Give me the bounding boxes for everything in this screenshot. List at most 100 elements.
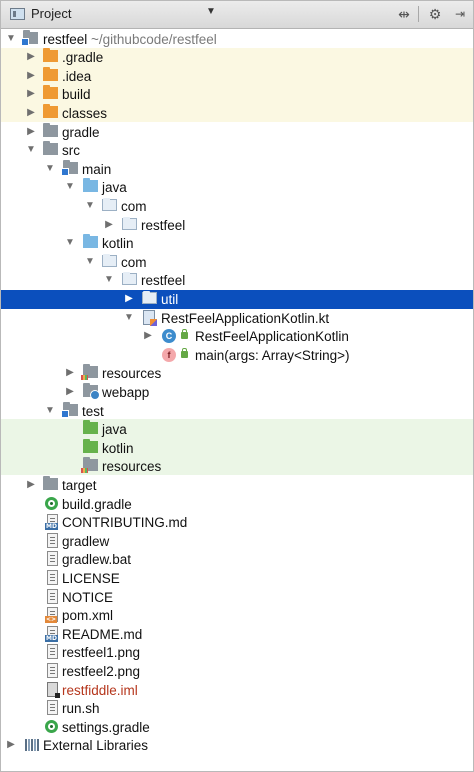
package-icon — [102, 198, 117, 211]
tree-row-src[interactable]: ▼ src — [1, 141, 473, 160]
expand-arrow-icon[interactable]: ▼ — [25, 142, 37, 158]
project-tool-window: Project ▼ ⇹ ⚙ ⇥ ▼ restfeel ~/githubcode/… — [0, 0, 474, 772]
tree-row-main-resources[interactable]: ▶ resources — [1, 364, 473, 383]
tree-row-main-function[interactable]: f main(args: Array<String>) — [1, 346, 473, 365]
tree-row-kotlin-file[interactable]: ▼ RestFeelApplicationKotlin.kt — [1, 309, 473, 328]
tree-item-label: build.gradle — [62, 496, 132, 512]
tree-row-classes[interactable]: ▶ classes — [1, 104, 473, 123]
tree-row-target[interactable]: ▶ target — [1, 476, 473, 495]
expand-arrow-icon[interactable]: ▼ — [64, 235, 76, 251]
tree-row-kotlin-com[interactable]: ▼ com — [1, 253, 473, 272]
tree-row-readme[interactable]: MD README.md — [1, 625, 473, 644]
test-resources-folder-icon — [81, 457, 98, 474]
tree-row-settings-gradle[interactable]: settings.gradle — [1, 718, 473, 737]
file-badge: MD — [45, 523, 58, 531]
collapse-arrow-icon[interactable]: ▶ — [25, 105, 37, 121]
tree-item-label: LICENSE — [62, 571, 120, 586]
tree-row-restfeel-root[interactable]: ▼ restfeel ~/githubcode/restfeel — [1, 29, 473, 49]
tree-row-java-restfeel[interactable]: ▶ restfeel — [1, 216, 473, 235]
expand-arrow-icon[interactable]: ▼ — [103, 272, 115, 288]
collapse-arrow-icon[interactable]: ▶ — [103, 217, 115, 233]
tree-row-main[interactable]: ▼ main — [1, 159, 473, 179]
tree-row-restfiddle-iml[interactable]: restfiddle.iml — [1, 681, 473, 700]
tree-row-gradle-cache[interactable]: ▶ .gradle — [1, 48, 473, 67]
gradle-icon — [45, 496, 58, 510]
resources-folder-icon — [81, 364, 98, 381]
expand-arrow-icon[interactable]: ▼ — [64, 179, 76, 195]
scroll-from-source-icon[interactable]: ⇹ — [393, 4, 415, 24]
package-icon — [122, 216, 137, 230]
tree-row-idea[interactable]: ▶ .idea — [1, 66, 473, 86]
libraries-icon — [25, 739, 39, 752]
tree-item-label: .gradle — [62, 50, 104, 66]
tree-row-test-kotlin[interactable]: kotlin — [1, 438, 473, 458]
collapse-arrow-icon[interactable]: ▶ — [64, 365, 76, 381]
collapse-arrow-icon[interactable]: ▶ — [142, 328, 154, 344]
tree-item-label: gradle — [62, 124, 100, 140]
collapse-arrow-icon[interactable]: ▶ — [64, 384, 76, 400]
tree-item-label: RestFeelApplicationKotlin — [195, 329, 349, 345]
tree-row-contributing[interactable]: MD CONTRIBUTING.md — [1, 513, 473, 532]
tree-row-run-sh[interactable]: run.sh — [1, 699, 473, 718]
collapse-arrow-icon[interactable]: ▶ — [25, 124, 37, 140]
tree-row-java-com[interactable]: ▼ com — [1, 197, 473, 216]
tree-row-main-kotlin[interactable]: ▼ kotlin — [1, 234, 473, 253]
text-file-icon — [47, 551, 58, 567]
tree-row-gradlew-bat[interactable]: gradlew.bat — [1, 550, 473, 569]
tree-item-label: util — [161, 292, 179, 307]
expand-arrow-icon[interactable]: ▼ — [44, 161, 56, 177]
toolbar-divider — [418, 6, 419, 22]
collapse-arrow-icon[interactable]: ▶ — [123, 291, 135, 307]
tree-row-webapp[interactable]: ▶ webapp — [1, 383, 473, 402]
collapse-arrow-icon[interactable]: ▶ — [25, 477, 37, 493]
tree-row-main-java[interactable]: ▼ java — [1, 178, 473, 197]
tree-row-build-gradle[interactable]: build.gradle — [1, 495, 473, 514]
tree-item-label: java — [102, 422, 127, 438]
tool-window-title: Project — [31, 6, 72, 21]
view-dropdown-icon[interactable]: ▼ — [206, 6, 216, 17]
tree-row-gradle[interactable]: ▶ gradle — [1, 122, 473, 142]
collapse-arrow-icon[interactable]: ▶ — [25, 68, 37, 84]
text-file-icon — [47, 570, 58, 585]
module-folder-icon — [21, 29, 38, 46]
tree-row-gradlew[interactable]: gradlew — [1, 532, 473, 551]
tree-row-test[interactable]: ▼ test — [1, 401, 473, 421]
tree-row-pom[interactable]: <> pom.xml — [1, 606, 473, 625]
collapse-arrow-icon[interactable]: ▶ — [5, 737, 17, 753]
tree-row-class[interactable]: ▶ C RestFeelApplicationKotlin — [1, 327, 473, 346]
public-visibility-icon — [181, 329, 188, 340]
tool-window-header: Project ▼ ⇹ ⚙ ⇥ — [1, 1, 473, 29]
tree-item-label: target — [62, 478, 97, 493]
tree-row-kotlin-restfeel[interactable]: ▼ restfeel — [1, 271, 473, 290]
tree-row-license[interactable]: LICENSE — [1, 569, 473, 588]
expand-arrow-icon[interactable]: ▼ — [5, 31, 17, 47]
expand-arrow-icon[interactable]: ▼ — [84, 254, 96, 270]
tree-item-label: settings.gradle — [62, 719, 150, 735]
expand-arrow-icon[interactable]: ▼ — [123, 310, 135, 326]
tree-item-label: restfeel — [43, 31, 88, 47]
project-icon — [10, 8, 25, 20]
tree-row-test-java[interactable]: java — [1, 420, 473, 439]
tree-row-external-libraries[interactable]: ▶ External Libraries — [1, 736, 473, 755]
tree-item-label: pom.xml — [62, 608, 114, 624]
gear-icon[interactable]: ⚙ — [424, 4, 446, 24]
hide-icon[interactable]: ⇥ — [449, 4, 471, 24]
expand-arrow-icon[interactable]: ▼ — [84, 198, 96, 214]
tree-item-label: CONTRIBUTING.md — [62, 515, 188, 531]
kotlin-file-icon — [143, 309, 157, 326]
tree-row-restfeel1-png[interactable]: restfeel1.png — [1, 643, 473, 662]
collapse-arrow-icon[interactable]: ▶ — [25, 49, 37, 65]
tree-item-label: main — [82, 161, 112, 177]
tree-row-util[interactable]: ▶ util — [1, 290, 473, 309]
tree-item-label: RestFeelApplicationKotlin.kt — [161, 310, 330, 326]
tree-item-label: main(args: Array<String>) — [195, 347, 350, 363]
tree-row-notice[interactable]: NOTICE — [1, 588, 473, 607]
expand-arrow-icon[interactable]: ▼ — [44, 403, 56, 419]
folder-icon — [43, 122, 58, 137]
tree-row-test-resources[interactable]: resources — [1, 457, 473, 476]
tree-item-label: restfeel2.png — [62, 664, 141, 679]
collapse-arrow-icon[interactable]: ▶ — [25, 86, 37, 102]
tree-row-build[interactable]: ▶ build — [1, 85, 473, 104]
tree-item-label: .idea — [62, 68, 92, 84]
tree-row-restfeel2-png[interactable]: restfeel2.png — [1, 662, 473, 681]
